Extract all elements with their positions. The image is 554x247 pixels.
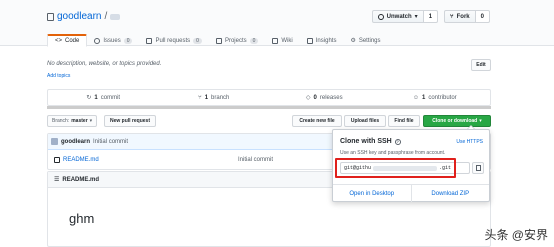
copy-to-clipboard-button[interactable] [472, 162, 484, 174]
history-icon: ↻ [86, 95, 92, 101]
tab-pull-requests[interactable]: Pull requests 0 [139, 34, 208, 47]
numbers-summary: ↻ 1 commit ⑂ 1 branch ◇ 0 releases ☺ 1 c… [47, 89, 491, 106]
list-icon: ☰ [54, 177, 60, 183]
clipboard-icon [475, 165, 481, 171]
clone-popover-title: Clone with SSH ? [340, 138, 401, 145]
open-in-desktop-button[interactable]: Open in Desktop [333, 185, 411, 202]
tab-insights[interactable]: Insights [300, 34, 344, 47]
graph-icon [306, 37, 313, 44]
fork-icon: ⑂ [450, 13, 454, 20]
clone-title-text: Clone with SSH [340, 138, 392, 145]
issues-count: 0 [123, 37, 133, 44]
issue-icon [94, 37, 101, 44]
tab-wiki-label: Wiki [281, 37, 293, 44]
tab-issues[interactable]: Issues 0 [87, 34, 139, 47]
repo-title: goodlearn / [47, 11, 121, 22]
upload-files-button[interactable]: Upload files [344, 115, 386, 127]
code-icon: <> [55, 38, 63, 44]
language-bar [47, 106, 491, 109]
readme-heading: ghm [69, 211, 95, 226]
watch-count[interactable]: 1 [423, 10, 439, 23]
tab-code[interactable]: <> Code [47, 34, 88, 47]
tab-insights-label: Insights [315, 37, 337, 44]
unwatch-group: Unwatch ▾ 1 [371, 10, 439, 23]
commit-message[interactable]: Initial commit [93, 139, 128, 145]
find-file-button[interactable]: Find file [388, 115, 420, 127]
fork-count[interactable]: 0 [475, 10, 490, 23]
use-https-link[interactable]: Use HTTPS [456, 139, 483, 145]
red-highlight-box [335, 158, 456, 178]
readme-title: README.md [62, 176, 100, 183]
watermark: 头条 @安界 [484, 226, 548, 243]
commits-count: 1 [94, 94, 98, 101]
clone-or-download-button[interactable]: Clone or download ▾ [423, 115, 491, 127]
eye-icon [377, 13, 384, 20]
repo-name-blurred[interactable] [110, 13, 121, 20]
avatar[interactable] [51, 138, 58, 145]
file-commit-message[interactable]: Initial commit [238, 157, 273, 163]
clone-popover-subtitle: Use an SSH key and passphrase from accou… [340, 150, 446, 156]
repo-header: goodlearn / Unwatch ▾ 1 ⑂ Fork 0 <> Code [0, 0, 554, 47]
contributors-count: 1 [421, 94, 426, 101]
watermark-text: 头条 @安界 [484, 228, 548, 242]
clone-popover-footer: Open in Desktop Download ZIP [333, 184, 489, 202]
branches-label: branch [211, 94, 230, 101]
commit-author[interactable]: goodlearn [61, 139, 90, 145]
caret-down-icon: ▾ [479, 118, 482, 124]
edit-button[interactable]: Edit [471, 59, 491, 71]
branch-select-button[interactable]: Branch: master ▾ [47, 115, 98, 127]
tag-icon: ◇ [305, 95, 311, 101]
tab-wiki[interactable]: Wiki [265, 34, 299, 47]
add-topics-link[interactable]: Add topics [47, 73, 70, 79]
branches-count: 1 [204, 94, 209, 101]
commits-label: commit [100, 94, 121, 101]
releases-count: 0 [313, 94, 317, 101]
fork-button[interactable]: ⑂ Fork [444, 10, 476, 23]
repo-description: No description, website, or topics provi… [47, 61, 162, 67]
tab-code-label: Code [65, 38, 80, 44]
new-pull-request-button[interactable]: New pull request [104, 115, 157, 127]
tab-issues-label: Issues [103, 37, 121, 44]
branch-name: master [71, 118, 88, 124]
fork-group: ⑂ Fork 0 [444, 10, 490, 23]
people-icon: ☺ [412, 94, 419, 101]
unwatch-button[interactable]: Unwatch ▾ [371, 10, 424, 23]
download-zip-button[interactable]: Download ZIP [410, 185, 490, 202]
branch-prefix: Branch: [52, 118, 70, 124]
project-icon [215, 37, 222, 44]
tab-pull-requests-label: Pull requests [155, 37, 191, 44]
summary-releases[interactable]: ◇ 0 releases [269, 90, 380, 105]
help-icon[interactable]: ? [394, 138, 401, 145]
summary-commits[interactable]: ↻ 1 commit [48, 90, 159, 105]
pull-request-icon [146, 37, 153, 44]
tab-settings-label: Settings [358, 37, 381, 44]
wiki-icon [272, 37, 279, 44]
releases-label: releases [319, 94, 343, 101]
clone-label: Clone or download [432, 118, 478, 124]
tab-projects[interactable]: Projects 0 [209, 34, 265, 47]
summary-contributors[interactable]: ☺ 1 contributor [380, 90, 491, 105]
caret-down-icon: ▾ [89, 118, 93, 124]
tab-projects-label: Projects [224, 37, 247, 44]
summary-branches[interactable]: ⑂ 1 branch [159, 90, 270, 105]
repo-actions: Unwatch ▾ 1 ⑂ Fork 0 [371, 10, 490, 23]
gear-icon: ⚙ [350, 38, 356, 44]
unwatch-label: Unwatch [386, 13, 412, 20]
repo-owner-link[interactable]: goodlearn [57, 11, 101, 22]
create-new-file-button[interactable]: Create new file [292, 115, 342, 127]
fork-label: Fork [456, 13, 470, 20]
repo-icon [47, 12, 54, 21]
contributors-label: contributor [428, 94, 457, 101]
file-icon [54, 156, 60, 163]
repo-separator: / [104, 11, 108, 22]
clone-popover: Clone with SSH ? Use HTTPS Use an SSH ke… [332, 125, 490, 202]
repo-tabs: <> Code Issues 0 Pull requests 0 Project… [47, 34, 388, 47]
pull-requests-count: 0 [193, 37, 202, 44]
file-name-link[interactable]: README.md [63, 157, 99, 163]
tab-settings[interactable]: ⚙ Settings [343, 34, 387, 47]
branch-icon: ⑂ [198, 94, 202, 101]
projects-count: 0 [249, 37, 259, 44]
caret-down-icon: ▾ [414, 14, 418, 20]
